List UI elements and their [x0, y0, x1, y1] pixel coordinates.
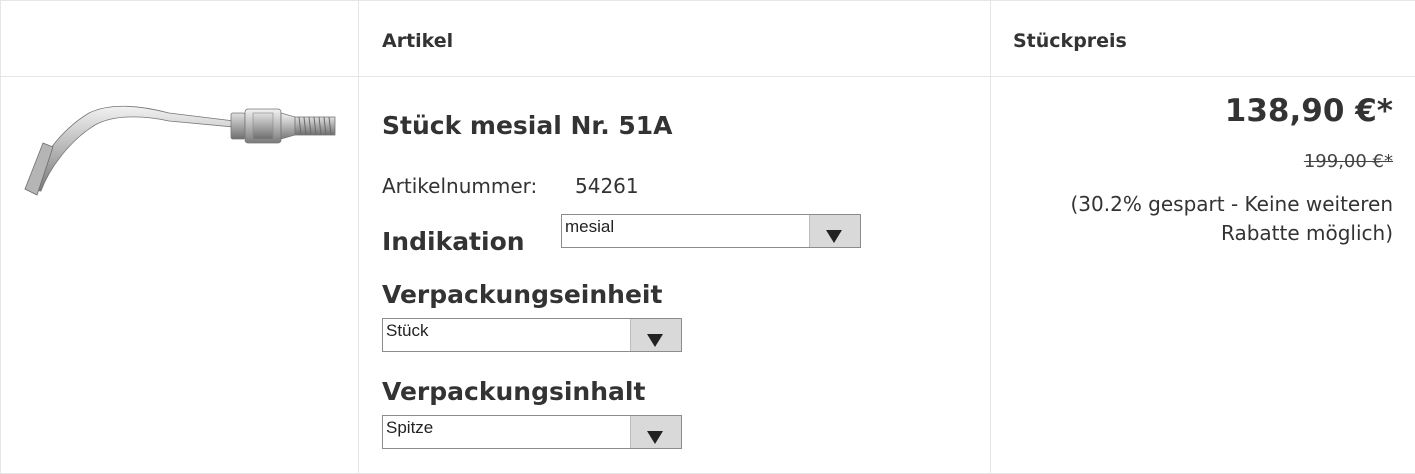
current-price: 138,90 €*	[1224, 93, 1393, 129]
select-dropdown-button[interactable]	[630, 416, 681, 448]
chevron-down-icon	[647, 431, 663, 444]
select-dropdown-button[interactable]	[630, 319, 681, 351]
old-price: 199,00 €*	[1303, 151, 1393, 172]
option-label-verpackungsinhalt: Verpackungsinhalt	[382, 377, 646, 406]
article-number-value: 54261	[575, 174, 639, 198]
article-number-label: Artikelnummer:	[382, 174, 538, 198]
verpackungsinhalt-select[interactable]: Spitze	[382, 415, 682, 449]
column-divider	[358, 1, 359, 474]
product-table: Artikel Stückpreis Stück mesial Nr. 51A …	[0, 0, 1415, 474]
select-value: Stück	[386, 321, 429, 340]
header-divider	[1, 76, 1415, 77]
select-value: mesial	[565, 217, 615, 236]
option-label-verpackungseinheit: Verpackungseinheit	[382, 280, 663, 309]
column-divider	[990, 1, 991, 474]
header-unit-price: Stückpreis	[1013, 30, 1127, 52]
select-value: Spitze	[386, 418, 434, 437]
chevron-down-icon	[647, 334, 663, 347]
header-article: Artikel	[382, 30, 454, 52]
verpackungseinheit-select[interactable]: Stück	[382, 318, 682, 352]
chevron-down-icon	[826, 230, 842, 243]
dental-scaler-tip-icon	[24, 105, 336, 196]
product-title[interactable]: Stück mesial Nr. 51A	[382, 111, 673, 140]
savings-note: (30.2% gespart - Keine weiteren Rabatte …	[1070, 192, 1393, 245]
indikation-select[interactable]: mesial	[561, 214, 861, 248]
option-label-indikation: Indikation	[382, 227, 525, 256]
product-image[interactable]	[19, 91, 339, 201]
select-dropdown-button[interactable]	[809, 215, 860, 247]
